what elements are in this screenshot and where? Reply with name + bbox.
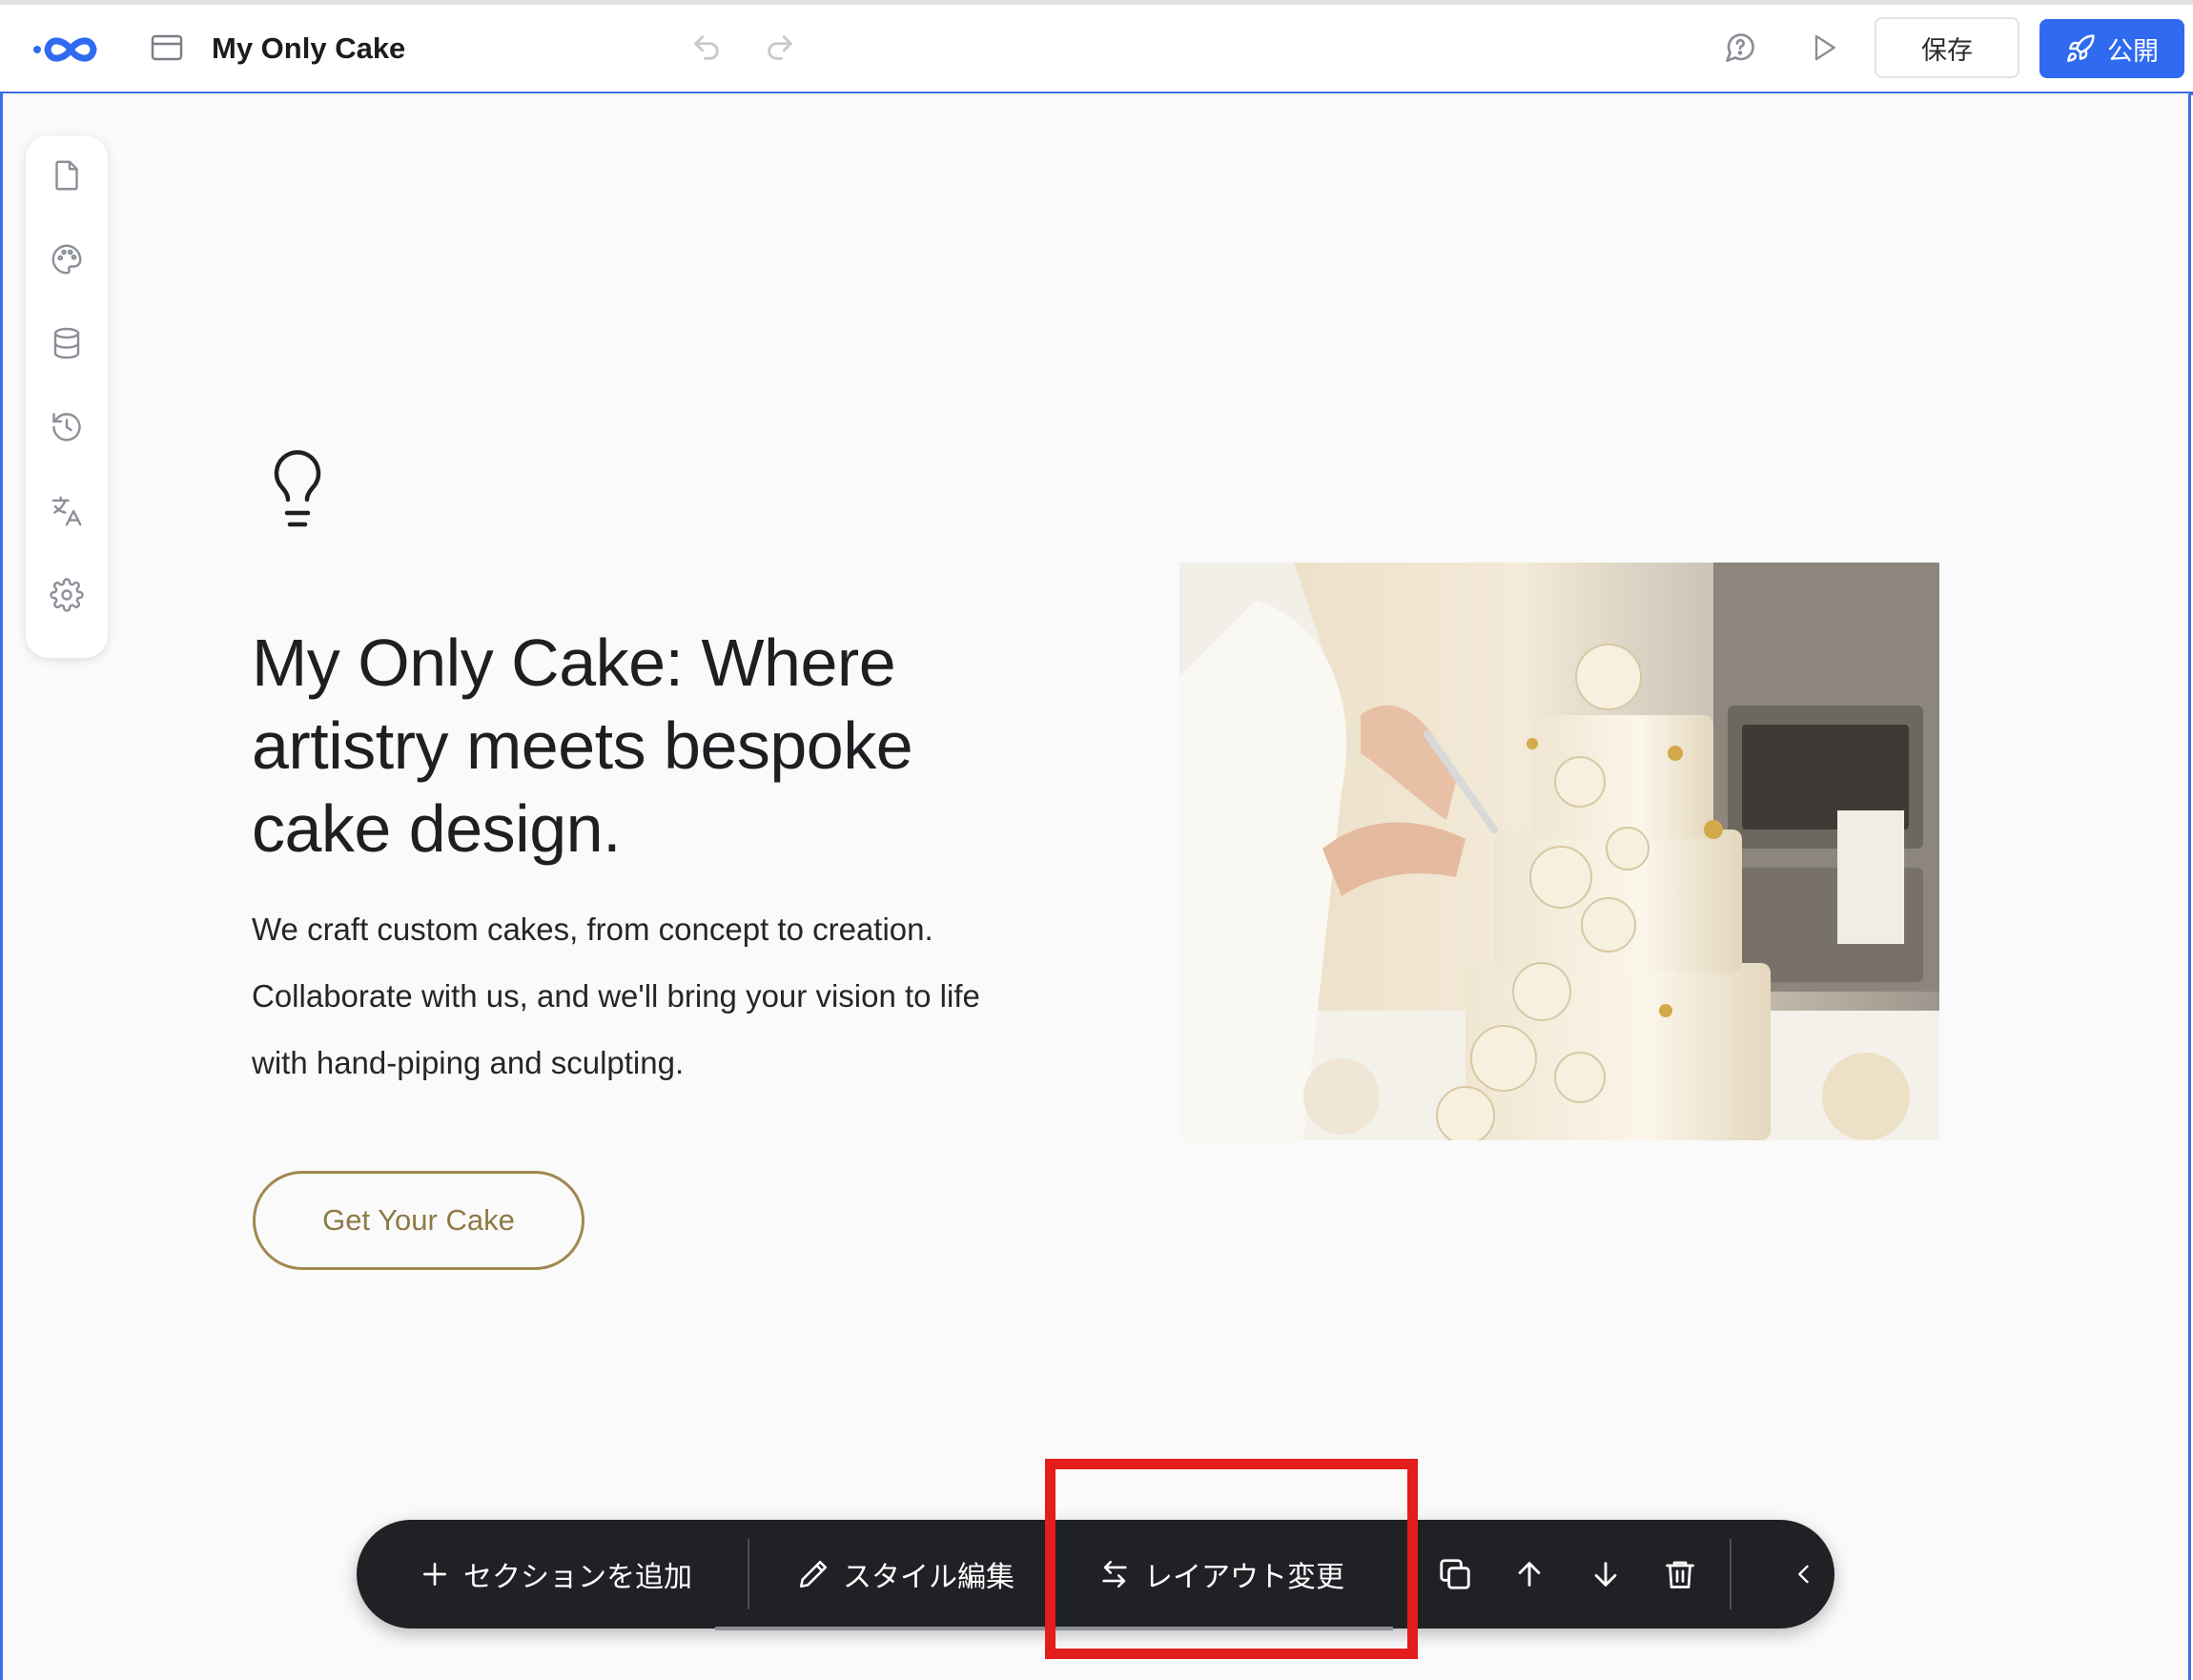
site-title: My Only Cake [212,31,406,65]
get-your-cake-button[interactable]: Get Your Cake [253,1171,584,1270]
publish-label: 公開 [2107,36,2159,67]
file-icon[interactable] [48,156,86,195]
edit-style-button[interactable]: スタイル編集 [797,1520,1015,1629]
database-icon[interactable] [48,324,86,362]
active-tool-indicator [715,1627,1393,1630]
change-layout-button[interactable]: レイアウト変更 [1098,1520,1344,1629]
lightbulb-icon [274,450,321,527]
chat-help-icon[interactable] [1721,29,1759,67]
hero-cake-image[interactable] [1179,563,1939,1140]
section-toolbar: セクションを追加 スタイル編集 レイアウト変更 [357,1520,1834,1629]
trash-icon[interactable] [1653,1547,1707,1601]
logo-icon[interactable] [32,29,109,71]
top-bar: My Only Cake 保存 公開 [0,0,2193,94]
plus-icon [423,1563,446,1586]
rocket-icon [2067,34,2095,62]
redo-icon[interactable] [761,29,799,67]
arrow-down-icon[interactable] [1579,1547,1632,1601]
palette-icon[interactable] [48,240,86,278]
window-edge [0,0,2193,5]
gear-icon[interactable] [48,576,86,614]
edit-style-label: スタイル編集 [843,1561,1015,1594]
add-section-button[interactable]: セクションを追加 [420,1520,692,1629]
translate-icon[interactable] [48,492,86,530]
chevron-left-icon[interactable] [1777,1547,1831,1601]
publish-button[interactable]: 公開 [2039,19,2184,78]
undo-icon[interactable] [687,29,726,67]
history-icon[interactable] [48,408,86,446]
duplicate-icon[interactable] [1428,1547,1482,1601]
save-button[interactable]: 保存 [1875,17,2019,78]
pencil-icon [799,1560,828,1588]
page-layout-icon[interactable] [151,33,183,62]
hero-description[interactable]: We craft custom cakes, from concept to c… [252,896,1015,1096]
hero-heading[interactable]: My Only Cake: Where artistry meets bespo… [252,622,976,871]
toolbar-divider [1730,1539,1732,1609]
left-tool-rail [26,135,108,658]
swap-icon [1102,1560,1127,1588]
change-layout-label: レイアウト変更 [1144,1561,1344,1594]
arrow-up-icon[interactable] [1503,1547,1556,1601]
preview-play-icon[interactable] [1805,29,1843,67]
add-section-label: セクションを追加 [463,1561,692,1594]
toolbar-divider [748,1539,749,1609]
